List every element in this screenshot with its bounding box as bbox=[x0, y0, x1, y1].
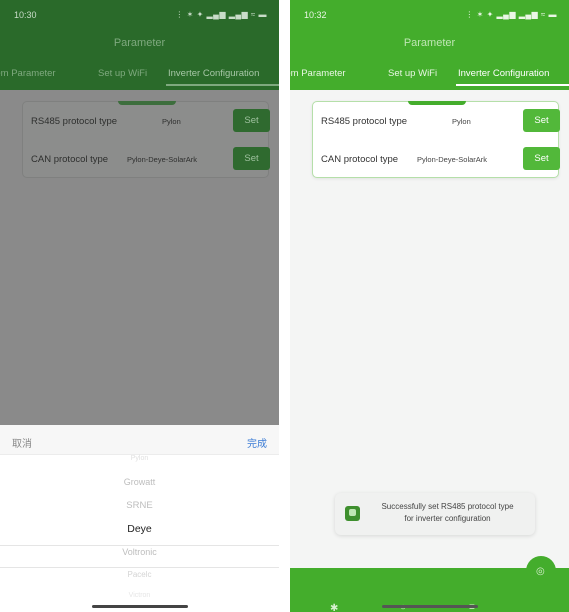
rs485-protocol-row: RS485 protocol type Pylon Set bbox=[23, 103, 270, 141]
picker-option[interactable]: SRNE bbox=[0, 500, 279, 511]
can-set-button[interactable]: Set bbox=[523, 147, 560, 170]
rs485-set-button[interactable]: Set bbox=[523, 109, 560, 132]
can-set-button[interactable]: Set bbox=[233, 147, 270, 170]
page-title: Parameter bbox=[113, 37, 166, 49]
toast-line-1: Successfully set RS485 protocol type bbox=[381, 502, 514, 511]
tab-inverter-configuration[interactable]: Inverter Configuration bbox=[168, 68, 259, 79]
status-time: 10:32 bbox=[304, 10, 327, 20]
status-icons: ⋮ ✶ ✦ ▂▄▆ ▂▄▆ ≈ ▬ bbox=[175, 10, 267, 19]
home-indicator[interactable] bbox=[92, 605, 188, 608]
picker-option[interactable]: Victron bbox=[0, 592, 279, 599]
right-phone-screen: 10:32 ⋮ ✶ ✦ ▂▄▆ ▂▄▆ ≈ ▬ Parameter stem P… bbox=[290, 0, 569, 612]
bluetooth-icon[interactable]: ✱ bbox=[330, 603, 338, 612]
picker-selection-line bbox=[0, 545, 279, 546]
can-protocol-row: CAN protocol type Pylon-Deye-SolarArk Se… bbox=[23, 141, 270, 179]
toast-message: Successfully set RS485 protocol type for… bbox=[365, 501, 530, 525]
left-phone-screen: 10:30 ⋮ ✶ ✦ ▂▄▆ ▂▄▆ ≈ ▬ Parameter stem P… bbox=[0, 0, 279, 612]
picker-option[interactable]: Voltronic bbox=[0, 547, 279, 557]
picker-option[interactable]: Pacelc bbox=[0, 570, 279, 579]
tab-system-parameter[interactable]: stem Parameter bbox=[290, 68, 346, 79]
home-indicator[interactable] bbox=[382, 605, 478, 608]
status-time: 10:30 bbox=[14, 10, 37, 20]
app-check-icon bbox=[345, 506, 360, 521]
picker-option[interactable]: Growatt bbox=[0, 477, 279, 487]
success-toast: Successfully set RS485 protocol type for… bbox=[335, 493, 535, 535]
rs485-protocol-label: RS485 protocol type bbox=[31, 116, 118, 127]
picker-wheel[interactable]: Pylon Growatt SRNE Deye Voltronic Pacelc… bbox=[0, 455, 279, 605]
protocol-card: RS485 protocol type Pylon Set CAN protoc… bbox=[312, 101, 560, 179]
picker-option-selected[interactable]: Deye bbox=[0, 523, 279, 535]
picker-selection-line bbox=[0, 567, 279, 568]
tab-bar: stem Parameter Set up WiFi Inverter Conf… bbox=[0, 66, 279, 86]
tab-inverter-configuration[interactable]: Inverter Configuration bbox=[458, 68, 549, 79]
rs485-protocol-label: RS485 protocol type bbox=[321, 116, 408, 127]
can-protocol-value[interactable]: Pylon-Deye-SolarArk bbox=[417, 155, 487, 164]
tab-bar: stem Parameter Set up WiFi Inverter Conf… bbox=[290, 66, 569, 86]
rs485-protocol-row: RS485 protocol type Pylon Set bbox=[313, 103, 560, 141]
can-protocol-label: CAN protocol type bbox=[31, 154, 109, 165]
can-protocol-row: CAN protocol type Pylon-Deye-SolarArk Se… bbox=[313, 141, 560, 179]
tab-set-up-wifi[interactable]: Set up WiFi bbox=[98, 68, 147, 79]
status-bar: 10:32 ⋮ ✶ ✦ ▂▄▆ ▂▄▆ ≈ ▬ bbox=[304, 10, 557, 24]
picker-cancel-button[interactable]: 取消 bbox=[12, 435, 32, 450]
toast-line-2: for inverter configuration bbox=[404, 514, 491, 523]
tab-system-parameter[interactable]: stem Parameter bbox=[0, 68, 56, 79]
tab-set-up-wifi[interactable]: Set up WiFi bbox=[388, 68, 437, 79]
app-header: 10:32 ⋮ ✶ ✦ ▂▄▆ ▂▄▆ ≈ ▬ Parameter stem P… bbox=[290, 0, 569, 90]
picker-done-button[interactable]: 完成 bbox=[247, 435, 267, 450]
rs485-protocol-value[interactable]: Pylon bbox=[162, 117, 181, 126]
app-header: 10:30 ⋮ ✶ ✦ ▂▄▆ ▂▄▆ ≈ ▬ Parameter stem P… bbox=[0, 0, 279, 90]
can-protocol-label: CAN protocol type bbox=[321, 154, 399, 165]
rs485-protocol-value[interactable]: Pylon bbox=[452, 117, 471, 126]
settings-icon[interactable]: ◎ bbox=[536, 566, 545, 577]
active-tab-indicator bbox=[166, 84, 279, 86]
status-icons: ⋮ ✶ ✦ ▂▄▆ ▂▄▆ ≈ ▬ bbox=[465, 10, 557, 19]
active-tab-indicator bbox=[456, 84, 569, 86]
protocol-card: RS485 protocol type Pylon Set CAN protoc… bbox=[22, 101, 270, 179]
protocol-picker-sheet: 取消 完成 Pylon Growatt SRNE Deye Voltronic … bbox=[0, 425, 279, 612]
picker-option[interactable]: Pylon bbox=[0, 455, 279, 462]
picker-toolbar: 取消 完成 bbox=[0, 425, 279, 455]
can-protocol-value[interactable]: Pylon-Deye-SolarArk bbox=[127, 155, 197, 164]
page-title: Parameter bbox=[403, 37, 456, 49]
status-bar: 10:30 ⋮ ✶ ✦ ▂▄▆ ▂▄▆ ≈ ▬ bbox=[14, 10, 267, 24]
rs485-set-button[interactable]: Set bbox=[233, 109, 270, 132]
